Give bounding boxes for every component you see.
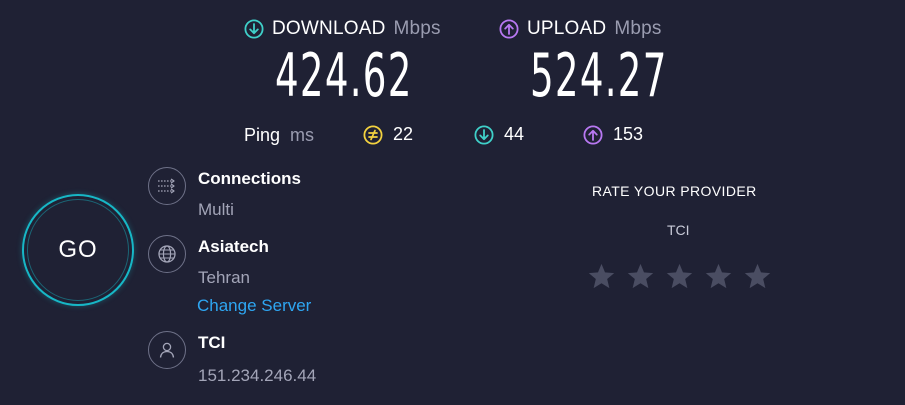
- download-unit: Mbps: [393, 18, 441, 39]
- upload-ping: 153: [583, 124, 643, 145]
- upload-header: UPLOAD Mbps: [499, 18, 662, 40]
- isp-name: TCI: [198, 333, 226, 352]
- download-ping: 44: [474, 124, 524, 145]
- idle-ping-icon: [363, 124, 383, 145]
- server-name: Asiatech: [198, 237, 269, 256]
- person-glyph-icon: [159, 342, 175, 358]
- download-speed-value: 424.62: [275, 41, 413, 111]
- globe-glyph-icon: [158, 245, 176, 263]
- ping-label-group: Ping ms: [244, 125, 314, 146]
- connections-arrows-icon: [158, 178, 175, 194]
- download-icon: [244, 19, 264, 39]
- upload-ping-value: 153: [613, 124, 644, 144]
- connections-icon[interactable]: [148, 167, 186, 205]
- download-ping-value: 44: [504, 124, 525, 144]
- user-icon: [148, 331, 186, 369]
- rate-provider-title: RATE YOUR PROVIDER: [592, 183, 757, 199]
- ping-label: Ping: [244, 125, 281, 145]
- download-label: DOWNLOAD: [272, 18, 386, 39]
- go-button[interactable]: GO: [22, 194, 134, 306]
- isp-ip-address: 151.234.246.44: [198, 366, 317, 385]
- star-rating: [587, 262, 772, 291]
- download-ping-icon: [474, 124, 494, 145]
- change-server-link[interactable]: Change Server: [197, 296, 311, 316]
- connections-title: Connections: [198, 169, 301, 188]
- star-icon[interactable]: [704, 262, 733, 291]
- globe-icon: [148, 235, 186, 273]
- ping-unit: ms: [290, 125, 315, 145]
- star-icon[interactable]: [626, 262, 655, 291]
- star-icon[interactable]: [743, 262, 772, 291]
- star-icon[interactable]: [665, 262, 694, 291]
- rate-provider-name: TCI: [667, 222, 690, 238]
- upload-icon: [499, 19, 519, 39]
- upload-label: UPLOAD: [527, 18, 607, 39]
- server-location: Tehran: [198, 268, 250, 287]
- upload-unit: Mbps: [614, 18, 662, 39]
- star-icon[interactable]: [587, 262, 616, 291]
- go-button-label: GO: [27, 199, 129, 301]
- connections-value: Multi: [198, 200, 234, 219]
- download-header: DOWNLOAD Mbps: [244, 18, 441, 40]
- idle-ping-value: 22: [393, 124, 414, 144]
- upload-speed-value: 524.27: [530, 41, 668, 111]
- idle-ping: 22: [363, 124, 413, 145]
- upload-ping-icon: [583, 124, 603, 145]
